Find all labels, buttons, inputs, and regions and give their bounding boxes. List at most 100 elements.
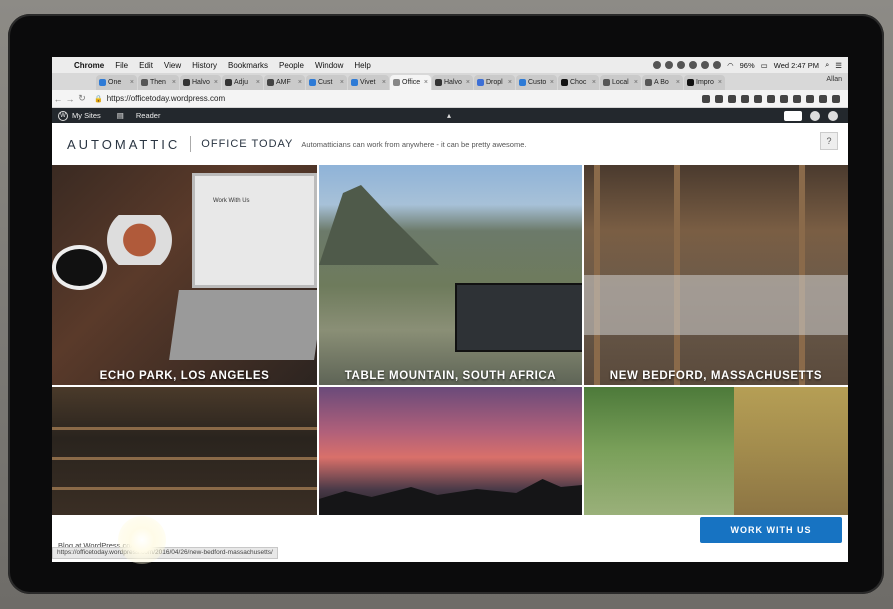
battery-percent[interactable]: 96% — [740, 61, 755, 70]
browser-tab[interactable]: Then × — [138, 75, 179, 90]
extension-icon[interactable] — [819, 94, 827, 103]
tab-label: Choc — [570, 79, 587, 86]
address-bar[interactable]: 🔒 https://officetoday.wordpress.com — [94, 93, 702, 105]
tab-favicon-icon — [519, 79, 526, 86]
tab-close-icon[interactable]: × — [592, 79, 596, 86]
tray-icon[interactable] — [713, 61, 722, 69]
extension-icon[interactable] — [767, 94, 775, 103]
battery-icon[interactable]: ▭ — [761, 61, 768, 70]
tab-favicon-icon — [477, 79, 484, 86]
photo-tile-new-bedford[interactable]: NEW BEDFORD, MASSACHUSETTS — [584, 165, 848, 385]
tab-close-icon[interactable]: × — [214, 79, 218, 86]
reader-icon[interactable]: ▤ — [117, 111, 124, 120]
tab-label: Cust — [318, 79, 333, 86]
menu-help[interactable]: Help — [354, 61, 370, 70]
browser-tab[interactable]: Choc × — [558, 75, 599, 90]
gravatar-avatar[interactable] — [810, 110, 820, 121]
browser-tab[interactable]: Adju × — [222, 75, 263, 90]
tab-close-icon[interactable]: × — [466, 79, 470, 86]
browser-tab[interactable]: Dropl × — [474, 75, 515, 90]
extension-icon[interactable] — [728, 94, 736, 103]
menu-window[interactable]: Window — [315, 61, 343, 70]
browser-tab[interactable]: Office × — [390, 75, 431, 90]
tab-close-icon[interactable]: × — [256, 79, 260, 86]
light-glare — [118, 516, 166, 564]
tab-close-icon[interactable]: × — [550, 79, 554, 86]
tab-close-icon[interactable]: × — [424, 79, 428, 86]
my-sites-link[interactable]: My Sites — [72, 111, 101, 120]
help-icon[interactable]: ? — [820, 132, 838, 150]
tray-icon[interactable] — [665, 61, 674, 69]
reload-icon[interactable]: ↻ — [76, 93, 88, 104]
tab-label: Adju — [234, 79, 249, 86]
tab-close-icon[interactable]: × — [340, 79, 344, 86]
tab-close-icon[interactable]: × — [508, 79, 512, 86]
tab-label: Custo — [528, 79, 547, 86]
browser-tab[interactable]: Halvo × — [432, 75, 473, 90]
tray-icon[interactable] — [653, 61, 662, 69]
photo-tile-echo-park[interactable]: Work With Us ECHO PARK, LOS ANGELES — [52, 165, 317, 385]
tray-icon[interactable] — [701, 61, 710, 69]
extension-icon[interactable] — [715, 94, 723, 103]
tab-close-icon[interactable]: × — [172, 79, 176, 86]
wifi-icon[interactable]: ◠ — [727, 61, 734, 70]
notifications-icon[interactable] — [828, 110, 838, 121]
browser-tab[interactable]: Vivet × — [348, 75, 389, 90]
photo-tile-table-mountain[interactable]: TABLE MOUNTAIN, SOUTH AFRICA — [319, 165, 582, 385]
extension-icon[interactable] — [780, 94, 788, 103]
macos-menubar: Chrome File Edit View History Bookmarks … — [52, 57, 848, 74]
notification-center-icon[interactable]: ☰ — [835, 61, 842, 70]
site-title[interactable]: OFFICE TODAY — [201, 138, 293, 150]
wordpress-logo-icon[interactable]: W — [58, 110, 68, 121]
menu-people[interactable]: People — [279, 61, 304, 70]
menu-view[interactable]: View — [164, 61, 181, 70]
browser-tab[interactable]: Cust × — [306, 75, 347, 90]
write-button[interactable] — [784, 110, 802, 121]
back-icon[interactable]: ← — [52, 94, 64, 104]
work-with-us-button[interactable]: WORK WITH US — [700, 517, 842, 543]
extension-icon[interactable] — [793, 94, 801, 103]
shelf-image — [52, 457, 317, 460]
reader-link[interactable]: Reader — [136, 111, 161, 120]
extension-icon[interactable] — [832, 94, 840, 103]
menu-bookmarks[interactable]: Bookmarks — [228, 61, 268, 70]
photo-tile-sunset[interactable] — [319, 387, 582, 515]
browser-tab[interactable]: Impro × — [684, 75, 725, 90]
photo-tile-bar[interactable] — [52, 387, 317, 515]
menu-history[interactable]: History — [192, 61, 217, 70]
menubar-status-area: ◠ 96% ▭ Wed 2:47 PM ⌕ ☰ — [653, 60, 848, 70]
status-bar-url: https://officetoday.wordpress.com/2016/0… — [52, 547, 278, 559]
browser-tab[interactable]: Custo × — [516, 75, 557, 90]
browser-tab[interactable]: A Bo × — [642, 75, 683, 90]
extension-icon[interactable] — [754, 94, 762, 103]
menu-file[interactable]: File — [115, 61, 128, 70]
menubar-tray-icons — [653, 61, 722, 69]
clock[interactable]: Wed 2:47 PM — [774, 61, 819, 70]
tab-close-icon[interactable]: × — [130, 79, 134, 86]
tab-close-icon[interactable]: × — [634, 79, 638, 86]
menu-chrome[interactable]: Chrome — [74, 61, 104, 70]
search-icon[interactable]: ⌕ — [825, 60, 829, 70]
browser-tab[interactable]: Halvo × — [180, 75, 221, 90]
photo-tile-garden[interactable] — [584, 387, 848, 515]
tray-icon[interactable] — [677, 61, 686, 69]
forward-icon[interactable]: → — [64, 94, 76, 104]
menu-edit[interactable]: Edit — [139, 61, 153, 70]
tray-icon[interactable] — [689, 61, 698, 69]
browser-tab[interactable]: AMF × — [264, 75, 305, 90]
tab-label: One — [108, 79, 122, 86]
tab-close-icon[interactable]: × — [718, 79, 722, 86]
extension-icon[interactable] — [741, 94, 749, 103]
profile-name[interactable]: Allan — [826, 76, 842, 83]
tab-close-icon[interactable]: × — [676, 79, 680, 86]
bookmark-star-icon[interactable] — [702, 94, 710, 103]
tab-close-icon[interactable]: × — [382, 79, 386, 86]
tab-label: Office — [402, 79, 421, 86]
browser-tab[interactable]: One × — [96, 75, 137, 90]
tab-close-icon[interactable]: × — [298, 79, 302, 86]
extension-icon[interactable] — [806, 94, 814, 103]
automattic-logo[interactable]: AUTOMATTIC — [67, 137, 180, 152]
tab-label: AMF — [276, 79, 291, 86]
pin-icon[interactable]: ▴ — [447, 111, 451, 120]
browser-tab[interactable]: Local × — [600, 75, 641, 90]
